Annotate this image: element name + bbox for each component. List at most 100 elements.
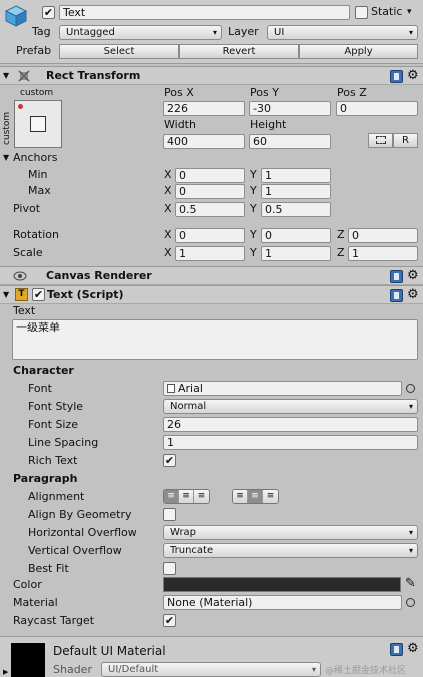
gear-icon[interactable]: ⚙	[407, 69, 419, 82]
vertical-alignment-group: ≡ ≡ ≡	[232, 489, 279, 504]
rect-transform-header[interactable]: ▼ Rect Transform ⚙	[0, 66, 423, 85]
material-field[interactable]: None (Material)	[163, 595, 402, 610]
prefab-apply-button[interactable]: Apply	[299, 44, 418, 59]
active-checkbox[interactable]: ✔	[42, 6, 55, 19]
gameobject-name-field[interactable]: Text	[59, 5, 350, 20]
rect-transform-icon	[17, 69, 31, 83]
prefab-select-button[interactable]: Select	[59, 44, 179, 59]
help-book-icon[interactable]	[390, 70, 403, 83]
chevron-down-icon: ▾	[408, 28, 413, 37]
fold-open-icon[interactable]: ▼	[3, 69, 9, 83]
anchor-preset-button[interactable]	[14, 100, 62, 148]
rotation-x-field[interactable]: 0	[175, 228, 245, 243]
v-overflow-dropdown[interactable]: Truncate ▾	[163, 543, 418, 558]
height-field[interactable]: 60	[249, 134, 331, 149]
font-size-field[interactable]: 26	[163, 417, 418, 432]
gear-icon[interactable]: ⚙	[407, 642, 419, 655]
height-label: Height	[250, 118, 287, 131]
pos-y-field[interactable]: -30	[249, 101, 331, 116]
scale-z-field[interactable]: 1	[348, 246, 418, 261]
font-style-label: Font Style	[28, 400, 84, 413]
gameobject-cube-icon	[4, 5, 28, 27]
help-book-icon[interactable]	[390, 270, 403, 283]
material-preview-swatch	[11, 643, 45, 677]
raw-edit-button[interactable]: R	[393, 133, 418, 148]
anchor-min-y-field[interactable]: 1	[261, 168, 331, 183]
text-label: Text	[13, 304, 36, 317]
anchor-max-x-label: X	[164, 184, 172, 197]
canvas-renderer-header[interactable]: Canvas Renderer ⚙	[0, 266, 423, 285]
tag-dropdown[interactable]: Untagged ▾	[59, 25, 222, 40]
gear-icon[interactable]: ⚙	[407, 269, 419, 282]
prefab-revert-button[interactable]: Revert	[179, 44, 299, 59]
pos-x-field[interactable]: 226	[163, 101, 245, 116]
prefab-label: Prefab	[16, 44, 52, 57]
v-overflow-value: Truncate	[170, 545, 214, 556]
static-checkbox[interactable]	[355, 6, 368, 19]
anchors-fold-icon[interactable]: ▼	[3, 151, 9, 165]
anchor-max-y-field[interactable]: 1	[261, 184, 331, 199]
font-size-label: Font Size	[28, 418, 79, 431]
anchor-max-x-field[interactable]: 0	[175, 184, 245, 199]
object-picker-icon[interactable]	[406, 384, 415, 393]
horizontal-alignment-group: ≡ ≡ ≡	[163, 489, 210, 504]
eyedropper-icon[interactable]: ✎	[405, 577, 416, 591]
help-book-icon[interactable]	[390, 289, 403, 302]
anchor-max-label: Max	[28, 184, 51, 197]
rotation-x-label: X	[164, 228, 172, 241]
font-label: Font	[28, 382, 52, 395]
rotation-label: Rotation	[13, 228, 60, 241]
help-book-icon[interactable]	[390, 643, 403, 656]
scale-y-field[interactable]: 1	[261, 246, 331, 261]
align-bottom-icon[interactable]: ≡	[263, 490, 278, 503]
layer-label: Layer	[228, 25, 259, 38]
anchor-min-x-field[interactable]: 0	[175, 168, 245, 183]
best-fit-checkbox[interactable]	[163, 562, 176, 575]
font-style-value: Normal	[170, 401, 207, 412]
rotation-y-field[interactable]: 0	[261, 228, 331, 243]
text-script-header[interactable]: ▼ T ✔ Text (Script) ⚙	[0, 285, 423, 304]
watermark-text: @稀土掘金技术社区	[325, 666, 407, 676]
text-script-enabled-checkbox[interactable]: ✔	[32, 288, 45, 301]
raycast-checkbox[interactable]: ✔	[163, 614, 176, 627]
color-swatch[interactable]	[163, 577, 401, 592]
pivot-y-field[interactable]: 0.5	[261, 202, 331, 217]
rich-text-checkbox[interactable]: ✔	[163, 454, 176, 467]
align-geometry-checkbox[interactable]	[163, 508, 176, 521]
scale-x-field[interactable]: 1	[175, 246, 245, 261]
align-right-icon[interactable]: ≡	[194, 490, 209, 503]
scale-z-label: Z	[337, 246, 345, 259]
pos-z-field[interactable]: 0	[336, 101, 418, 116]
width-label: Width	[164, 118, 196, 131]
material-picker-icon[interactable]	[406, 598, 415, 607]
v-overflow-label: Vertical Overflow	[28, 544, 122, 557]
shader-dropdown[interactable]: UI/Default ▾	[101, 662, 321, 677]
text-content-area[interactable]: 一级菜单	[12, 319, 418, 360]
align-top-icon[interactable]: ≡	[233, 490, 248, 503]
width-field[interactable]: 400	[163, 134, 245, 149]
shader-value: UI/Default	[108, 664, 159, 675]
font-field[interactable]: Arial	[163, 381, 402, 396]
gameobject-header: ✔ Text Static ▾ Tag Untagged ▾ Layer UI ▾ …	[0, 0, 423, 64]
chevron-down-icon: ▾	[408, 546, 413, 555]
static-dropdown-icon[interactable]: ▾	[407, 5, 412, 19]
fold-open-icon[interactable]: ▼	[3, 288, 9, 302]
pivot-x-field[interactable]: 0.5	[175, 202, 245, 217]
material-name: Default UI Material	[53, 644, 166, 658]
layer-dropdown[interactable]: UI ▾	[267, 25, 418, 40]
align-center-icon[interactable]: ≡	[179, 490, 194, 503]
align-middle-icon[interactable]: ≡	[248, 490, 263, 503]
rotation-y-label: Y	[250, 228, 257, 241]
static-label: Static	[371, 5, 403, 18]
rotation-z-field[interactable]: 0	[348, 228, 418, 243]
chevron-down-icon: ▾	[408, 528, 413, 537]
blueprint-mode-button[interactable]	[368, 133, 393, 148]
resize-handle-icon[interactable]: ▶	[3, 668, 8, 676]
anchor-min-x-label: X	[164, 168, 172, 181]
line-spacing-field[interactable]: 1	[163, 435, 418, 450]
gear-icon[interactable]: ⚙	[407, 288, 419, 301]
h-overflow-dropdown[interactable]: Wrap ▾	[163, 525, 418, 540]
font-style-dropdown[interactable]: Normal ▾	[163, 399, 418, 414]
tag-value: Untagged	[66, 27, 115, 38]
align-left-icon[interactable]: ≡	[164, 490, 179, 503]
